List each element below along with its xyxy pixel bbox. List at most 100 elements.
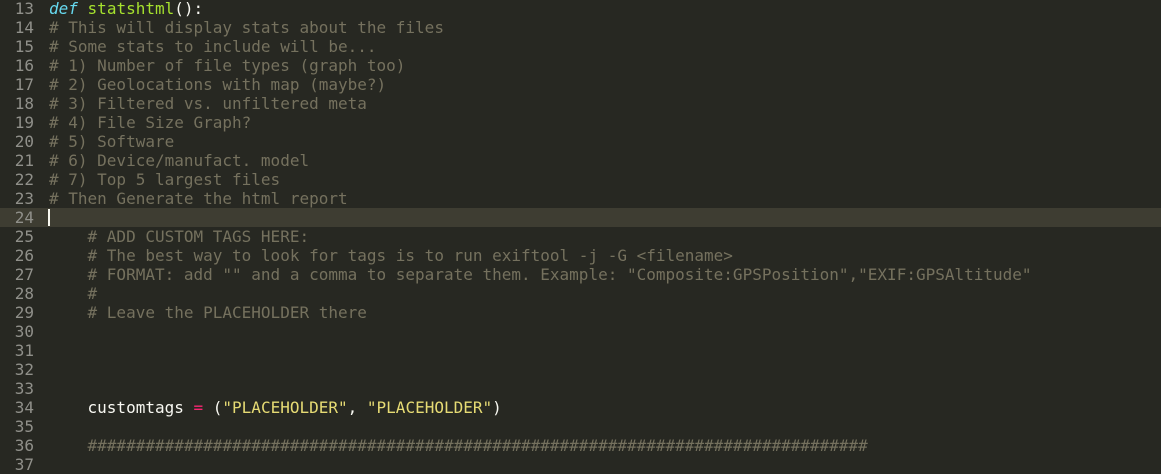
code-token: # This will display stats about the file…: [49, 18, 444, 37]
line-number: 28: [14, 284, 34, 303]
code-token: "PLACEHOLDER": [366, 398, 493, 417]
code-text: # 4) File Size Graph?: [49, 113, 251, 132]
code-text: #: [49, 284, 98, 303]
line-number: 14: [14, 18, 34, 37]
code-text: # Leave the PLACEHOLDER there: [49, 303, 367, 322]
code-text: # This will display stats about the file…: [49, 18, 444, 37]
code-token: # FORMAT: add "" and a comma to separate…: [87, 265, 1032, 284]
code-line[interactable]: 36 #####################################…: [0, 436, 1161, 455]
code-line[interactable]: 33: [0, 379, 1161, 398]
line-number: 17: [14, 75, 34, 94]
code-line[interactable]: 30: [0, 322, 1161, 341]
code-line[interactable]: 21 # 6) Device/manufact. model: [0, 151, 1161, 170]
line-number: 31: [14, 341, 34, 360]
line-number: 35: [14, 417, 34, 436]
code-line[interactable]: 15 # Some stats to include will be...: [0, 37, 1161, 56]
code-text: def statshtml():: [49, 0, 203, 18]
code-text: # Some stats to include will be...: [49, 37, 377, 56]
code-line[interactable]: 13 def statshtml():: [0, 0, 1161, 18]
line-number: 26: [14, 246, 34, 265]
code-token: def: [49, 0, 78, 18]
code-token: # ADD CUSTOM TAGS HERE:: [87, 227, 310, 246]
line-number: 37: [14, 455, 34, 474]
line-number: 16: [14, 56, 34, 75]
code-text: # FORMAT: add "" and a comma to separate…: [49, 265, 1032, 284]
code-text: # 6) Device/manufact. model: [49, 151, 309, 170]
code-line[interactable]: 37: [0, 455, 1161, 474]
code-text: # Then Generate the html report: [49, 189, 348, 208]
code-line[interactable]: 28 #: [0, 284, 1161, 303]
code-line[interactable]: 24: [0, 208, 1161, 227]
code-token: # Some stats to include will be...: [49, 37, 377, 56]
line-number: 27: [14, 265, 34, 284]
line-number: 34: [14, 398, 34, 417]
line-number: 24: [14, 208, 34, 227]
code-token: ():: [174, 0, 204, 18]
code-line[interactable]: 17 # 2) Geolocations with map (maybe?): [0, 75, 1161, 94]
line-number: 21: [14, 151, 34, 170]
line-number: 19: [14, 113, 34, 132]
line-number: 22: [14, 170, 34, 189]
code-token: # 2) Geolocations with map (maybe?): [49, 75, 387, 94]
code-line[interactable]: 32: [0, 360, 1161, 379]
code-text: # ADD CUSTOM TAGS HERE:: [49, 227, 310, 246]
code-editor[interactable]: 13 def statshtml(): 14 # This will display …: [0, 0, 1161, 474]
code-text: # 2) Geolocations with map (maybe?): [49, 75, 386, 94]
line-number: 13: [14, 0, 34, 18]
code-line[interactable]: 26 # The best way to look for tags is to…: [0, 246, 1161, 265]
code-token: # 3) Filtered vs. unfiltered meta: [49, 94, 367, 113]
line-number: 23: [14, 189, 34, 208]
code-line[interactable]: 31: [0, 341, 1161, 360]
code-token: # 6) Device/manufact. model: [49, 151, 310, 170]
line-number: 15: [14, 37, 34, 56]
code-text: # 5) Software: [49, 132, 174, 151]
line-number: 29: [14, 303, 34, 322]
code-line[interactable]: 19 # 4) File Size Graph?: [0, 113, 1161, 132]
code-line[interactable]: 14 # This will display stats about the fi…: [0, 18, 1161, 37]
code-token: # The best way to look for tags is to ru…: [87, 246, 733, 265]
line-number: 18: [14, 94, 34, 113]
code-token: ########################################…: [87, 436, 868, 455]
code-line[interactable]: 18 # 3) Filtered vs. unfiltered meta: [0, 94, 1161, 113]
code-line[interactable]: 29 # Leave the PLACEHOLDER there: [0, 303, 1161, 322]
code-token: # 1) Number of file types (graph too): [49, 56, 406, 75]
line-number: 32: [14, 360, 34, 379]
code-line[interactable]: 20 # 5) Software: [0, 132, 1161, 151]
line-number: 30: [14, 322, 34, 341]
code-line[interactable]: 27 # FORMAT: add "" and a comma to separ…: [0, 265, 1161, 284]
code-token: # 7) Top 5 largest files: [49, 170, 281, 189]
code-line[interactable]: 23 # Then Generate the html report: [0, 189, 1161, 208]
code-line[interactable]: 16 # 1) Number of file types (graph too): [0, 56, 1161, 75]
code-token: customtags: [49, 398, 194, 417]
code-text: # 1) Number of file types (graph too): [49, 56, 405, 75]
text-cursor: [48, 209, 50, 226]
code-token: #: [87, 284, 98, 303]
code-line[interactable]: 34 customtags = ("PLACEHOLDER", "PLACEHO…: [0, 398, 1161, 417]
code-text: ########################################…: [49, 436, 868, 455]
code-line[interactable]: 25 # ADD CUSTOM TAGS HERE:: [0, 227, 1161, 246]
code-token: statshtml: [87, 0, 175, 18]
code-text: # 3) Filtered vs. unfiltered meta: [49, 94, 367, 113]
code-token: (: [203, 398, 223, 417]
line-number: 20: [14, 132, 34, 151]
code-token: # 4) File Size Graph?: [49, 113, 252, 132]
line-number: 25: [14, 227, 34, 246]
line-number: 33: [14, 379, 34, 398]
code-token: # 5) Software: [49, 132, 175, 151]
line-number: 36: [14, 436, 34, 455]
code-token: # Leave the PLACEHOLDER there: [87, 303, 367, 322]
code-token: ): [492, 398, 502, 417]
code-token: ,: [347, 398, 367, 417]
code-line[interactable]: 22 # 7) Top 5 largest files: [0, 170, 1161, 189]
code-token: "PLACEHOLDER": [222, 398, 348, 417]
code-text: # 7) Top 5 largest files: [49, 170, 280, 189]
code-text: customtags = ("PLACEHOLDER", "PLACEHOLDE…: [49, 398, 502, 417]
code-line[interactable]: 35: [0, 417, 1161, 436]
